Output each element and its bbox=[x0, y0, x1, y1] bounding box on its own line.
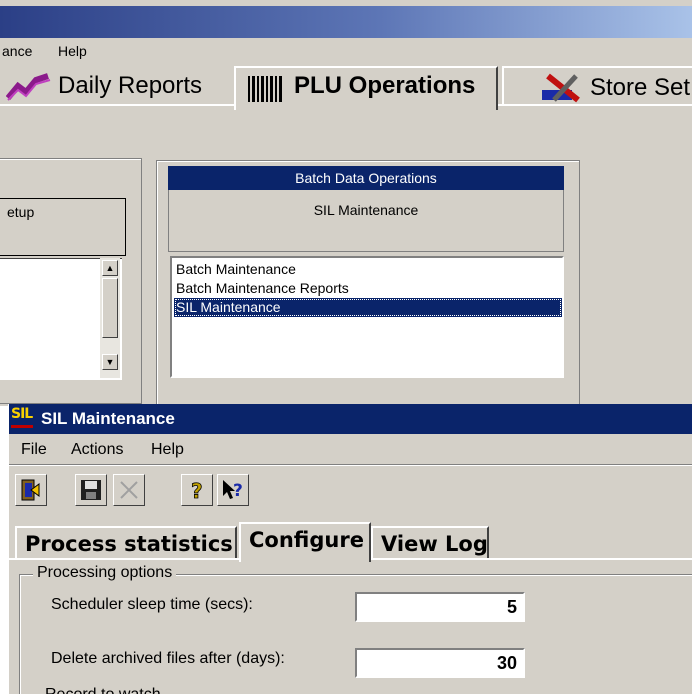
sil-maintenance-window: SIL SIL Maintenance File Actions Help ? … bbox=[8, 404, 692, 694]
left-panel-header: etup bbox=[0, 198, 126, 256]
left-list-scrollbar[interactable]: ▲ ▼ bbox=[100, 258, 120, 378]
main-tabs: Daily Reports PLU Operations Store Set bbox=[0, 64, 692, 110]
back-menu-bar: ance Help bbox=[0, 40, 692, 62]
delete-x-icon bbox=[120, 481, 138, 499]
tab-plu-operations-label: PLU Operations bbox=[294, 72, 476, 99]
tab-divider bbox=[498, 104, 692, 106]
plu-operations-window: ance Help Daily Reports PLU Operations S… bbox=[0, 0, 692, 406]
tab-store-setup[interactable]: Store Set bbox=[502, 66, 692, 106]
tab-store-setup-label: Store Set bbox=[590, 74, 691, 101]
scheduler-sleep-input[interactable]: 5 bbox=[355, 592, 525, 622]
context-help-pointer-icon: ? bbox=[223, 480, 243, 501]
exit-door-icon bbox=[21, 479, 40, 501]
svg-text:?: ? bbox=[233, 481, 243, 501]
delete-archived-input[interactable]: 30 bbox=[355, 648, 525, 678]
list-item[interactable]: Batch Maintenance bbox=[174, 260, 562, 279]
tab-process-statistics[interactable]: Process statistics bbox=[15, 526, 237, 560]
window-title: SIL Maintenance bbox=[41, 409, 175, 428]
context-help-button[interactable]: ? bbox=[217, 474, 249, 506]
help-question-icon: ? bbox=[191, 479, 203, 502]
delete-button[interactable] bbox=[113, 474, 145, 506]
batch-panel-subtitle: SIL Maintenance bbox=[168, 190, 564, 252]
svg-text:?: ? bbox=[191, 479, 203, 502]
save-disk-icon bbox=[81, 480, 101, 500]
batch-operations-list[interactable]: Batch Maintenance Batch Maintenance Repo… bbox=[170, 256, 564, 378]
tab-process-statistics-label: Process statistics bbox=[25, 532, 233, 556]
back-window-titlebar[interactable] bbox=[0, 6, 692, 38]
sil-logo-icon: SIL bbox=[11, 406, 37, 430]
tab-daily-reports[interactable]: Daily Reports bbox=[0, 66, 230, 106]
sil-logo-text: SIL bbox=[11, 406, 33, 422]
menu-maintenance[interactable]: ance bbox=[2, 43, 32, 59]
processing-options-legend: Processing options bbox=[33, 564, 177, 582]
scroll-thumb[interactable] bbox=[102, 278, 118, 338]
menu-separator bbox=[9, 464, 692, 466]
tab-view-log[interactable]: View Log bbox=[371, 526, 489, 560]
batch-panel-title: Batch Data Operations bbox=[168, 166, 564, 190]
menu-actions[interactable]: Actions bbox=[71, 441, 123, 459]
tab-configure-label: Configure bbox=[249, 528, 364, 552]
menu-help[interactable]: Help bbox=[58, 43, 87, 59]
save-button[interactable] bbox=[75, 474, 107, 506]
delete-archived-label: Delete archived files after (days): bbox=[51, 650, 285, 667]
help-button[interactable]: ? bbox=[181, 474, 213, 506]
barcode-icon bbox=[248, 76, 282, 102]
tools-icon bbox=[542, 73, 580, 103]
menu-file[interactable]: File bbox=[21, 441, 47, 459]
list-item-selected[interactable]: SIL Maintenance bbox=[174, 298, 562, 317]
batch-panel-subtitle-text: SIL Maintenance bbox=[313, 202, 419, 218]
tab-configure[interactable]: Configure bbox=[239, 522, 371, 562]
left-panel-header-label: etup bbox=[7, 204, 35, 220]
sil-tabs: Process statistics Configure View Log bbox=[9, 522, 692, 562]
scroll-up-button[interactable]: ▲ bbox=[102, 260, 118, 276]
scroll-down-button[interactable]: ▼ bbox=[102, 354, 118, 370]
list-item[interactable]: Batch Maintenance Reports bbox=[174, 279, 562, 298]
tab-view-log-label: View Log bbox=[381, 532, 488, 556]
partial-option-label: Record to watch... bbox=[45, 686, 174, 694]
scheduler-sleep-label: Scheduler sleep time (secs): bbox=[51, 596, 253, 613]
menu-help[interactable]: Help bbox=[151, 441, 184, 459]
tab-plu-operations[interactable]: PLU Operations bbox=[234, 66, 498, 110]
chart-line-icon bbox=[6, 73, 51, 101]
sil-titlebar[interactable]: SIL SIL Maintenance bbox=[9, 404, 692, 434]
sil-menu-bar: File Actions Help bbox=[9, 438, 692, 462]
tab-divider bbox=[0, 104, 234, 106]
exit-button[interactable] bbox=[15, 474, 47, 506]
tab-daily-reports-label: Daily Reports bbox=[58, 72, 203, 99]
